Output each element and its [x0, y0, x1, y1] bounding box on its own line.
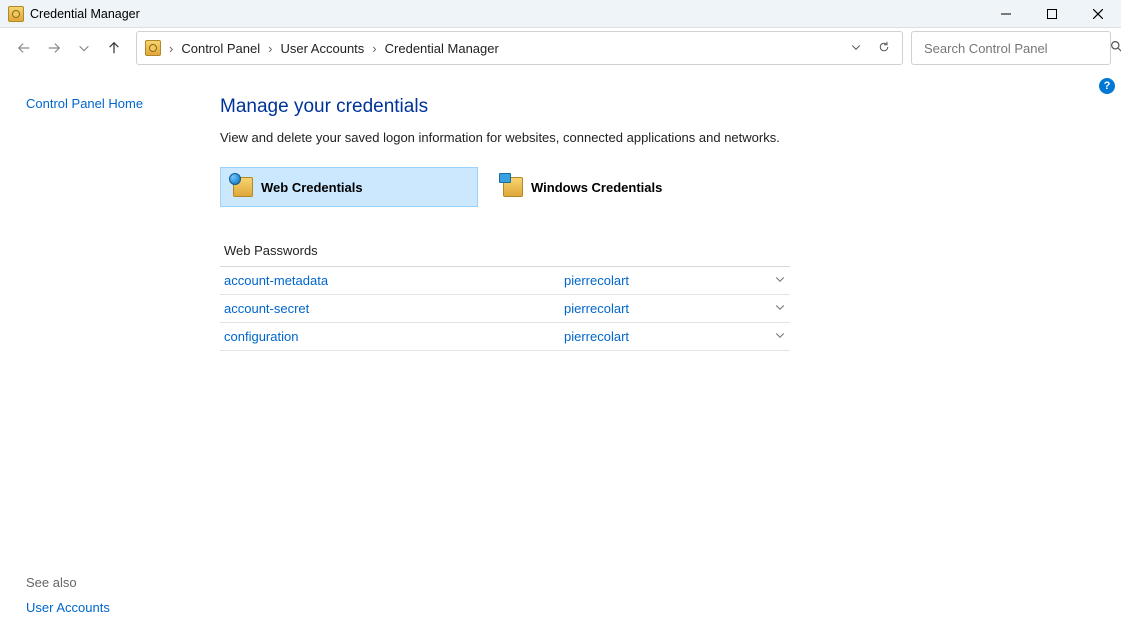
navbar: › Control Panel › User Accounts › Creden… [0, 28, 1121, 68]
main-pane: Manage your credentials View and delete … [220, 68, 1121, 633]
help-button[interactable]: ? [1099, 78, 1115, 94]
sidebar: Control Panel Home See also User Account… [0, 68, 220, 633]
address-bar[interactable]: › Control Panel › User Accounts › Creden… [136, 31, 903, 65]
credential-name: account-secret [224, 301, 564, 316]
address-dropdown-button[interactable] [850, 41, 862, 56]
nav-back-button[interactable] [16, 40, 32, 56]
page-title: Manage your credentials [220, 96, 1081, 118]
credential-row[interactable]: account-metadata pierrecolart [220, 267, 790, 295]
chevron-down-icon [774, 273, 786, 288]
breadcrumb-item-0[interactable]: Control Panel [179, 41, 262, 56]
windows-credentials-icon [503, 177, 523, 197]
breadcrumb-sep: › [266, 41, 274, 56]
nav-forward-button[interactable] [46, 40, 62, 56]
help-icon-label: ? [1104, 80, 1111, 92]
maximize-button[interactable] [1029, 0, 1075, 28]
web-credentials-tile[interactable]: Web Credentials [220, 167, 478, 207]
close-button[interactable] [1075, 0, 1121, 28]
credential-user: pierrecolart [564, 329, 774, 344]
page-subtitle: View and delete your saved logon informa… [220, 130, 1081, 145]
titlebar: Credential Manager [0, 0, 1121, 28]
breadcrumb-item-1[interactable]: User Accounts [278, 41, 366, 56]
user-accounts-link[interactable]: User Accounts [26, 600, 110, 615]
refresh-button[interactable] [878, 41, 890, 56]
app-icon [8, 6, 24, 22]
credential-name: account-metadata [224, 273, 564, 288]
address-icon [145, 40, 161, 56]
minimize-button[interactable] [983, 0, 1029, 28]
breadcrumb-sep: › [167, 41, 175, 56]
web-credentials-label: Web Credentials [261, 180, 363, 195]
search-box[interactable] [911, 31, 1111, 65]
see-also-label: See also [26, 575, 110, 590]
search-input[interactable] [922, 40, 1102, 57]
nav-recent-button[interactable] [76, 40, 92, 56]
credential-row[interactable]: account-secret pierrecolart [220, 295, 790, 323]
credential-user: pierrecolart [564, 301, 774, 316]
web-credentials-icon [233, 177, 253, 197]
nav-up-button[interactable] [106, 40, 122, 56]
chevron-down-icon [774, 301, 786, 316]
credential-user: pierrecolart [564, 273, 774, 288]
credential-name: configuration [224, 329, 564, 344]
breadcrumb-sep: › [370, 41, 378, 56]
search-icon [1110, 40, 1121, 56]
control-panel-home-link[interactable]: Control Panel Home [26, 96, 220, 111]
credential-list: account-metadata pierrecolart account-se… [220, 267, 790, 351]
window-title: Credential Manager [30, 7, 140, 21]
breadcrumb-item-2[interactable]: Credential Manager [383, 41, 501, 56]
credential-row[interactable]: configuration pierrecolart [220, 323, 790, 351]
window-controls [983, 0, 1121, 28]
chevron-down-icon [774, 329, 786, 344]
windows-credentials-tile[interactable]: Windows Credentials [490, 167, 748, 207]
web-passwords-heading: Web Passwords [220, 235, 790, 267]
windows-credentials-label: Windows Credentials [531, 180, 662, 195]
